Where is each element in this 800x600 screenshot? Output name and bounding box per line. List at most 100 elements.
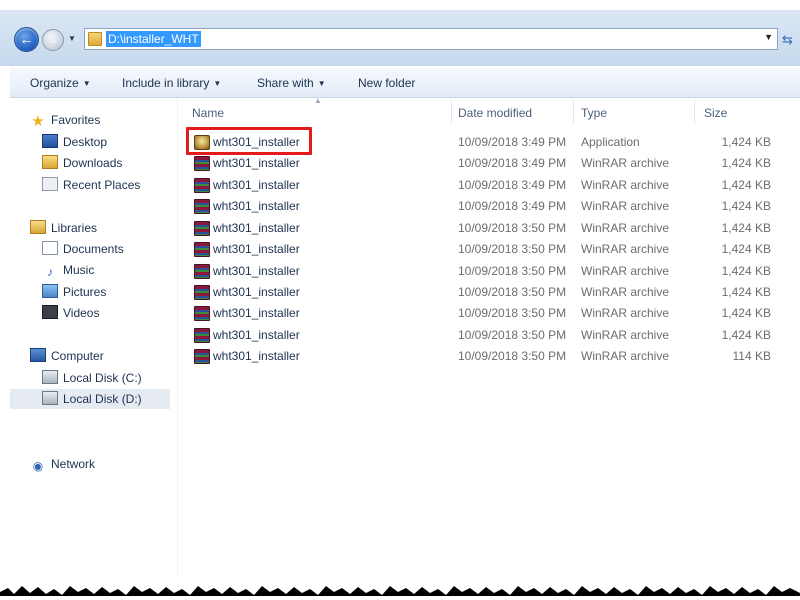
nav-local-disk-d[interactable]: Local Disk (D:) <box>10 389 170 409</box>
file-name: wht301_installer <box>213 306 300 320</box>
address-bar[interactable]: D:\installer_WHT ▼ <box>84 28 778 50</box>
file-row[interactable]: wht301_installer 10/09/2018 3:49 PM WinR… <box>186 196 786 217</box>
nav-local-disk-d-label: Local Disk (D:) <box>63 392 142 406</box>
file-date-modified: 10/09/2018 3:50 PM <box>458 285 567 299</box>
file-name: wht301_installer <box>213 349 300 363</box>
nav-computer[interactable]: Computer <box>30 346 104 366</box>
include-in-library-label: Include in library <box>122 76 210 90</box>
file-name: wht301_installer <box>213 264 300 278</box>
folder-icon <box>88 32 102 46</box>
file-size: 1,424 KB <box>721 135 771 149</box>
file-type: WinRAR archive <box>581 199 670 213</box>
winrar-icon <box>194 264 210 279</box>
torn-edge <box>0 586 800 600</box>
chevron-down-icon: ▼ <box>317 79 326 88</box>
file-row[interactable]: wht301_installer 10/09/2018 3:49 PM WinR… <box>186 153 786 174</box>
file-name: wht301_installer <box>213 242 300 256</box>
column-header-type[interactable]: Type <box>581 106 607 120</box>
file-type: Application <box>581 135 640 149</box>
recent-pages-dropdown-icon[interactable]: ▼ <box>68 34 78 44</box>
winrar-icon <box>194 178 210 193</box>
column-header-name[interactable]: Name <box>192 106 224 120</box>
file-name: wht301_installer <box>213 285 300 299</box>
nav-pictures-label: Pictures <box>63 285 107 299</box>
nav-local-disk-c[interactable]: Local Disk (C:) <box>42 368 142 388</box>
file-date-modified: 10/09/2018 3:50 PM <box>458 221 567 235</box>
winrar-icon <box>194 285 210 300</box>
file-row[interactable]: wht301_installer 10/09/2018 3:50 PM WinR… <box>186 282 786 303</box>
nav-music[interactable]: ♪ Music <box>42 260 94 280</box>
file-size: 1,424 KB <box>721 178 771 192</box>
nav-desktop-label: Desktop <box>63 135 108 149</box>
new-folder-button[interactable]: New folder <box>358 76 415 90</box>
address-path[interactable]: D:\installer_WHT <box>106 31 201 47</box>
file-size: 114 KB <box>732 349 771 363</box>
address-dropdown-icon[interactable]: ▼ <box>764 32 773 42</box>
nav-local-disk-c-label: Local Disk (C:) <box>63 371 142 385</box>
star-icon: ★ <box>31 113 45 130</box>
command-bar: Organize ▼ Include in library ▼ Share with… <box>10 68 800 98</box>
winrar-icon <box>194 156 210 171</box>
refresh-icon[interactable]: ⇆ <box>782 32 793 48</box>
file-date-modified: 10/09/2018 3:49 PM <box>458 156 567 170</box>
nav-pictures[interactable]: Pictures <box>42 282 106 302</box>
column-separator[interactable] <box>451 100 452 124</box>
file-type: WinRAR archive <box>581 285 670 299</box>
nav-downloads[interactable]: Downloads <box>42 153 122 173</box>
column-separator[interactable] <box>694 100 695 124</box>
nav-documents[interactable]: Documents <box>42 239 124 259</box>
nav-network[interactable]: ◉ Network <box>30 454 95 474</box>
file-date-modified: 10/09/2018 3:50 PM <box>458 328 567 342</box>
nav-favorites-label: Favorites <box>51 113 101 127</box>
file-name: wht301_installer <box>213 178 300 192</box>
file-type: WinRAR archive <box>581 328 670 342</box>
file-row[interactable]: wht301_installer 10/09/2018 3:49 PM Appl… <box>186 132 786 153</box>
back-button[interactable]: ← <box>14 27 39 52</box>
recent-places-icon <box>42 177 58 191</box>
column-header-size[interactable]: Size <box>704 106 727 120</box>
winrar-icon <box>194 199 210 214</box>
nav-recent-places[interactable]: Recent Places <box>42 175 140 195</box>
include-in-library-menu[interactable]: Include in library ▼ <box>122 76 221 90</box>
local-disk-icon <box>42 391 58 405</box>
winrar-icon <box>194 221 210 236</box>
local-disk-icon <box>42 370 58 384</box>
file-type: WinRAR archive <box>581 221 670 235</box>
file-size: 1,424 KB <box>721 285 771 299</box>
share-with-menu[interactable]: Share with ▼ <box>257 76 326 90</box>
file-row[interactable]: wht301_installer 10/09/2018 3:50 PM WinR… <box>186 261 786 282</box>
nav-network-label: Network <box>51 457 96 471</box>
sort-ascending-icon: ▲ <box>314 96 322 105</box>
file-type: WinRAR archive <box>581 349 670 363</box>
file-type: WinRAR archive <box>581 178 670 192</box>
column-separator[interactable] <box>573 100 574 124</box>
nav-favorites[interactable]: ★ Favorites <box>30 110 100 130</box>
file-type: WinRAR archive <box>581 306 670 320</box>
nav-downloads-label: Downloads <box>63 156 123 170</box>
file-row[interactable]: wht301_installer 10/09/2018 3:50 PM WinR… <box>186 303 786 324</box>
file-name: wht301_installer <box>213 135 300 149</box>
music-icon: ♪ <box>47 265 53 279</box>
file-size: 1,424 KB <box>721 242 771 256</box>
nav-libraries-label: Libraries <box>51 221 98 235</box>
file-row[interactable]: wht301_installer 10/09/2018 3:49 PM WinR… <box>186 175 786 196</box>
forward-button[interactable]: → <box>42 29 64 51</box>
nav-music-label: Music <box>63 263 95 277</box>
file-row[interactable]: wht301_installer 10/09/2018 3:50 PM WinR… <box>186 218 786 239</box>
organize-menu[interactable]: Organize ▼ <box>30 76 91 90</box>
file-row[interactable]: wht301_installer 10/09/2018 3:50 PM WinR… <box>186 346 786 367</box>
nav-desktop[interactable]: Desktop <box>42 132 107 152</box>
winrar-icon <box>194 306 210 321</box>
file-date-modified: 10/09/2018 3:49 PM <box>458 135 567 149</box>
file-row[interactable]: wht301_installer 10/09/2018 3:50 PM WinR… <box>186 325 786 346</box>
file-row[interactable]: wht301_installer 10/09/2018 3:50 PM WinR… <box>186 239 786 260</box>
nav-videos[interactable]: Videos <box>42 303 99 323</box>
share-with-label: Share with <box>257 76 314 90</box>
videos-icon <box>42 305 58 319</box>
nav-computer-label: Computer <box>51 349 104 363</box>
nav-libraries[interactable]: Libraries <box>30 218 97 238</box>
winrar-icon <box>194 349 210 364</box>
top-strip <box>0 0 800 10</box>
nav-documents-label: Documents <box>63 242 124 256</box>
column-header-date-modified[interactable]: Date modified <box>458 106 532 120</box>
